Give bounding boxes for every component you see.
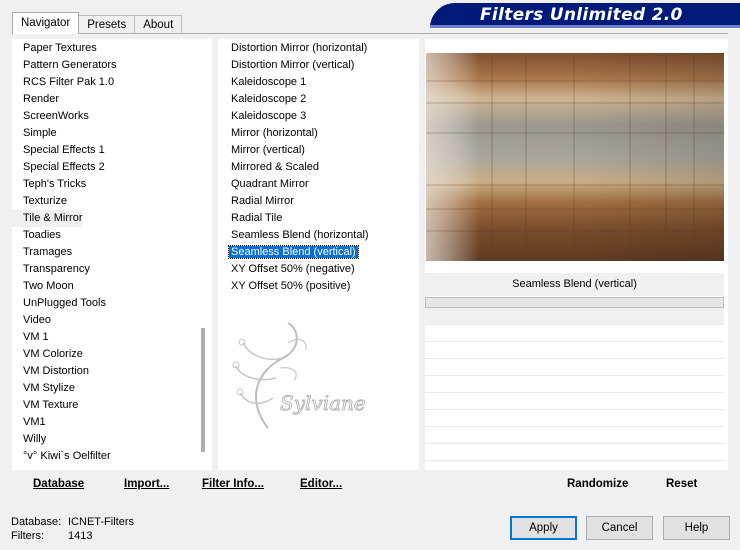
- category-item[interactable]: Render: [12, 91, 117, 108]
- filter-item[interactable]: Kaleidoscope 3: [220, 108, 369, 125]
- tab-about[interactable]: About: [134, 15, 183, 34]
- filter-item-label: XY Offset 50% (positive): [231, 280, 351, 292]
- category-item[interactable]: RCS Filter Pak 1.0: [12, 74, 117, 91]
- category-item[interactable]: VM Texture: [12, 397, 117, 414]
- category-item[interactable]: Two Moon: [12, 278, 117, 295]
- category-item[interactable]: UnPlugged Tools: [12, 295, 117, 312]
- database-button[interactable]: Database: [33, 478, 84, 490]
- category-item[interactable]: VM Colorize: [12, 346, 117, 363]
- filter-item[interactable]: Distortion Mirror (vertical): [220, 57, 369, 74]
- category-item[interactable]: Special Effects 2: [12, 159, 117, 176]
- category-item[interactable]: Teph's Tricks: [12, 176, 117, 193]
- filter-item-label: Mirror (horizontal): [231, 127, 318, 139]
- filter-item-label: Mirror (vertical): [231, 144, 305, 156]
- filter-item[interactable]: Kaleidoscope 2: [220, 91, 369, 108]
- parameter-rows: [425, 308, 724, 461]
- category-item[interactable]: VM 1: [12, 329, 117, 346]
- tab-divider: [12, 33, 728, 34]
- tab-navigator[interactable]: Navigator: [12, 12, 80, 34]
- help-button[interactable]: Help: [663, 516, 730, 540]
- filter-item-label: Seamless Blend (vertical): [228, 245, 359, 259]
- category-item[interactable]: Texturize: [12, 193, 117, 210]
- filters-count-label: Filters:: [11, 530, 44, 542]
- filter-item[interactable]: Radial Mirror: [220, 193, 369, 210]
- category-item[interactable]: Tramages: [12, 244, 117, 261]
- cancel-button[interactable]: Cancel: [586, 516, 653, 540]
- filter-item-label: Distortion Mirror (horizontal): [231, 42, 368, 54]
- filter-item-label: Radial Mirror: [231, 195, 294, 207]
- filter-item[interactable]: Radial Tile: [220, 210, 369, 227]
- filter-item[interactable]: XY Offset 50% (positive): [220, 278, 369, 295]
- category-item[interactable]: Video: [12, 312, 117, 329]
- filter-item[interactable]: Seamless Blend (horizontal): [220, 227, 369, 244]
- filter-item-label: Radial Tile: [231, 212, 283, 224]
- category-item[interactable]: ScreenWorks: [12, 108, 117, 125]
- apply-button[interactable]: Apply: [510, 516, 577, 540]
- filter-item[interactable]: Distortion Mirror (horizontal): [220, 40, 369, 57]
- category-item[interactable]: VM Stylize: [12, 380, 117, 397]
- filter-item[interactable]: Mirror (horizontal): [220, 125, 369, 142]
- database-value: ICNET-Filters: [68, 516, 134, 528]
- category-item[interactable]: Paper Textures: [12, 40, 117, 57]
- tab-presets[interactable]: Presets: [78, 15, 136, 34]
- category-item[interactable]: Special Effects 1: [12, 142, 117, 159]
- category-item[interactable]: °v° Kiwi`s Oelfilter: [12, 448, 117, 465]
- filter-item[interactable]: Quadrant Mirror: [220, 176, 369, 193]
- category-list[interactable]: Paper Textures Pattern Generators RCS Filt…: [12, 40, 117, 465]
- category-item[interactable]: Toadies: [12, 227, 117, 244]
- category-item[interactable]: Simple: [12, 125, 117, 142]
- filter-preview-image: [426, 53, 724, 261]
- category-item[interactable]: Pattern Generators: [12, 57, 117, 74]
- category-item[interactable]: Transparency: [12, 261, 117, 278]
- filter-item-label: Kaleidoscope 3: [231, 110, 307, 122]
- category-item[interactable]: VM1: [12, 414, 117, 431]
- filter-item-label: Distortion Mirror (vertical): [231, 59, 355, 71]
- tab-bar: Navigator Presets About: [12, 12, 183, 34]
- filters-count-value: 1413: [68, 530, 93, 542]
- watermark-text: Sylviane: [280, 391, 366, 415]
- filter-item[interactable]: Kaleidoscope 1: [220, 74, 369, 91]
- filter-item-label: Quadrant Mirror: [231, 178, 309, 190]
- filter-item-label: Kaleidoscope 1: [231, 76, 307, 88]
- reset-button[interactable]: Reset: [666, 478, 697, 490]
- randomize-button[interactable]: Randomize: [567, 478, 628, 490]
- banner-title: Filters Unlimited 2.0: [480, 5, 683, 25]
- watermark-signature: Sylviane: [232, 322, 366, 429]
- filter-item[interactable]: Mirror (vertical): [220, 142, 369, 159]
- editor-button[interactable]: Editor...: [300, 478, 342, 490]
- filter-item-label: XY Offset 50% (negative): [231, 263, 355, 275]
- category-item[interactable]: Willy: [12, 431, 117, 448]
- category-item[interactable]: VM Distortion: [12, 363, 117, 380]
- database-label: Database:: [11, 516, 62, 528]
- category-list-panel[interactable]: Paper Textures Pattern Generators RCS Filt…: [12, 39, 212, 470]
- import-button[interactable]: Import...: [124, 478, 169, 490]
- filter-info-button[interactable]: Filter Info...: [202, 478, 264, 490]
- filter-item[interactable]: Seamless Blend (vertical): [220, 244, 369, 261]
- category-scrollbar-thumb[interactable]: [201, 328, 205, 452]
- filter-item[interactable]: Mirrored & Scaled: [220, 159, 369, 176]
- filter-item-label: Mirrored & Scaled: [231, 161, 320, 173]
- category-item[interactable]: Tile & Mirror: [12, 210, 82, 227]
- filter-item[interactable]: XY Offset 50% (negative): [220, 261, 369, 278]
- filter-item-label: Seamless Blend (horizontal): [231, 229, 369, 241]
- selected-filter-name: Seamless Blend (vertical): [425, 273, 724, 296]
- filter-item-label: Kaleidoscope 2: [231, 93, 307, 105]
- filter-list[interactable]: Distortion Mirror (horizontal) Distortion…: [220, 40, 369, 295]
- progress-bar: [425, 297, 724, 308]
